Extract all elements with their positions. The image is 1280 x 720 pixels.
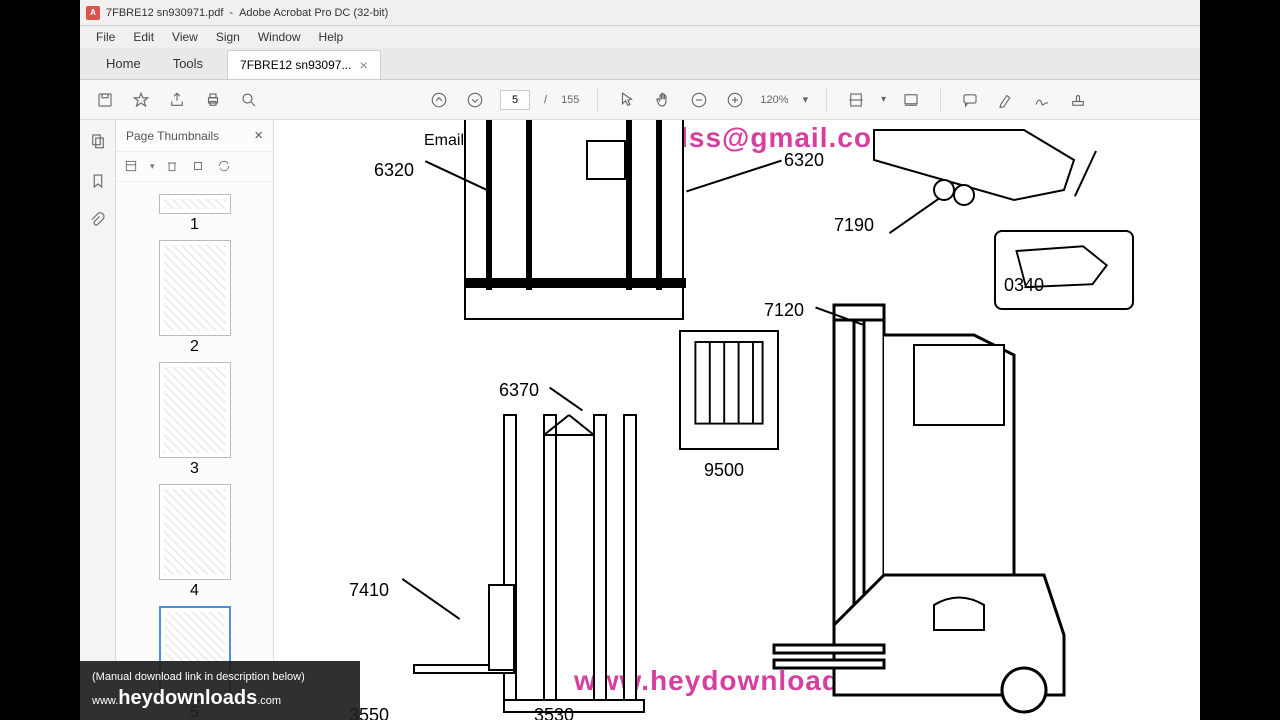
- menu-window[interactable]: Window: [250, 28, 309, 46]
- fit-width-icon[interactable]: [845, 89, 867, 111]
- thumbnails-icon[interactable]: [87, 130, 109, 152]
- bookmark-icon[interactable]: [87, 170, 109, 192]
- zoom-out-icon[interactable]: [688, 89, 710, 111]
- callout-6320b: 6320: [784, 150, 824, 171]
- tab-tools[interactable]: Tools: [157, 48, 219, 79]
- thumb-page[interactable]: [159, 362, 231, 458]
- hand-icon[interactable]: [652, 89, 674, 111]
- title-bar: A 7FBRE12 sn930971.pdf - Adobe Acrobat P…: [80, 0, 1200, 26]
- callout-0340: 0340: [1004, 275, 1044, 296]
- callout-3530: 3530: [534, 705, 574, 720]
- menu-file[interactable]: File: [88, 28, 123, 46]
- zoom-value[interactable]: 120%: [760, 94, 788, 106]
- thumbnail-panel: Page Thumbnails × ▾ 1 2 3 4 5: [116, 120, 274, 720]
- toolbar: / 155 120% ▾ ▾: [80, 80, 1200, 120]
- app-name: Adobe Acrobat Pro DC (32-bit): [239, 7, 388, 19]
- banner-brand: heydownloads: [118, 687, 257, 709]
- callout-7410: 7410: [349, 580, 389, 601]
- zoom-dropdown-icon[interactable]: ▾: [803, 93, 809, 106]
- thumbnail-list[interactable]: 1 2 3 4 5: [116, 182, 273, 720]
- callout-6370: 6370: [499, 380, 539, 401]
- tab-home[interactable]: Home: [90, 48, 157, 79]
- menu-view[interactable]: View: [164, 28, 206, 46]
- comment-icon[interactable]: [959, 89, 981, 111]
- menu-help[interactable]: Help: [311, 28, 352, 46]
- left-rail: [80, 120, 116, 720]
- thumb-rotate-icon[interactable]: [191, 159, 207, 175]
- doc-filename: 7FBRE12 sn930971.pdf: [106, 7, 223, 19]
- acrobat-window: A 7FBRE12 sn930971.pdf - Adobe Acrobat P…: [80, 0, 1200, 720]
- page-number-input[interactable]: [500, 90, 530, 110]
- document-view[interactable]: Email us: heydownloadss@gmail.com www.he…: [274, 120, 1200, 720]
- callout-7190: 7190: [834, 215, 874, 236]
- tab-close-icon[interactable]: ×: [359, 57, 367, 73]
- thumb-page[interactable]: [159, 194, 231, 214]
- callout-7120: 7120: [764, 300, 804, 321]
- diagram-guard: [679, 330, 779, 450]
- thumbnail-panel-title: Page Thumbnails: [126, 129, 219, 143]
- print-icon[interactable]: [202, 89, 224, 111]
- thumbnail-panel-close-icon[interactable]: ×: [254, 127, 263, 144]
- thumb-page[interactable]: [159, 240, 231, 336]
- main-area: Page Thumbnails × ▾ 1 2 3 4 5 ◂ Email us…: [80, 120, 1200, 720]
- star-icon[interactable]: [130, 89, 152, 111]
- banner-suffix: .com: [257, 695, 281, 707]
- tab-bar: Home Tools 7FBRE12 sn93097... ×: [80, 48, 1200, 80]
- search-icon[interactable]: [238, 89, 260, 111]
- thumb-refresh-icon[interactable]: [217, 159, 233, 175]
- tab-document[interactable]: 7FBRE12 sn93097... ×: [227, 50, 381, 79]
- page-down-icon[interactable]: [464, 89, 486, 111]
- diagram-hydraulic: [464, 120, 684, 320]
- diagram-mast: [394, 405, 654, 720]
- page-up-icon[interactable]: [428, 89, 450, 111]
- stamp-icon[interactable]: [1067, 89, 1089, 111]
- menu-bar: File Edit View Sign Window Help: [80, 26, 1200, 48]
- highlight-icon[interactable]: [995, 89, 1017, 111]
- diagram-bracket: [864, 120, 1094, 230]
- page-sep: /: [544, 94, 547, 106]
- read-mode-icon[interactable]: [900, 89, 922, 111]
- thumb-page[interactable]: [159, 484, 231, 580]
- pointer-icon[interactable]: [616, 89, 638, 111]
- thumbnail-tools: ▾: [116, 152, 273, 182]
- pdf-app-icon: A: [86, 6, 100, 20]
- tab-document-label: 7FBRE12 sn93097...: [240, 58, 351, 72]
- callout-9500: 9500: [704, 460, 744, 481]
- menu-edit[interactable]: Edit: [125, 28, 162, 46]
- thumb-options-icon[interactable]: [124, 159, 140, 175]
- thumb-options-dropdown-icon[interactable]: ▾: [150, 161, 155, 172]
- save-icon[interactable]: [94, 89, 116, 111]
- fit-dropdown-icon[interactable]: ▾: [881, 94, 886, 105]
- diagram-forklift: [754, 295, 1144, 720]
- menu-sign[interactable]: Sign: [208, 28, 248, 46]
- video-overlay-banner: (Manual download link in description bel…: [80, 661, 360, 720]
- pdf-page-content: Email us: heydownloadss@gmail.com www.he…: [274, 120, 1200, 720]
- banner-caption: (Manual download link in description bel…: [92, 671, 348, 683]
- callout-6320a: 6320: [374, 160, 414, 181]
- banner-prefix: www.: [92, 695, 118, 707]
- thumb-delete-icon[interactable]: [165, 159, 181, 175]
- zoom-in-icon[interactable]: [724, 89, 746, 111]
- sign-icon[interactable]: [1031, 89, 1053, 111]
- share-icon[interactable]: [166, 89, 188, 111]
- page-total: 155: [561, 94, 579, 106]
- attachment-icon[interactable]: [87, 210, 109, 232]
